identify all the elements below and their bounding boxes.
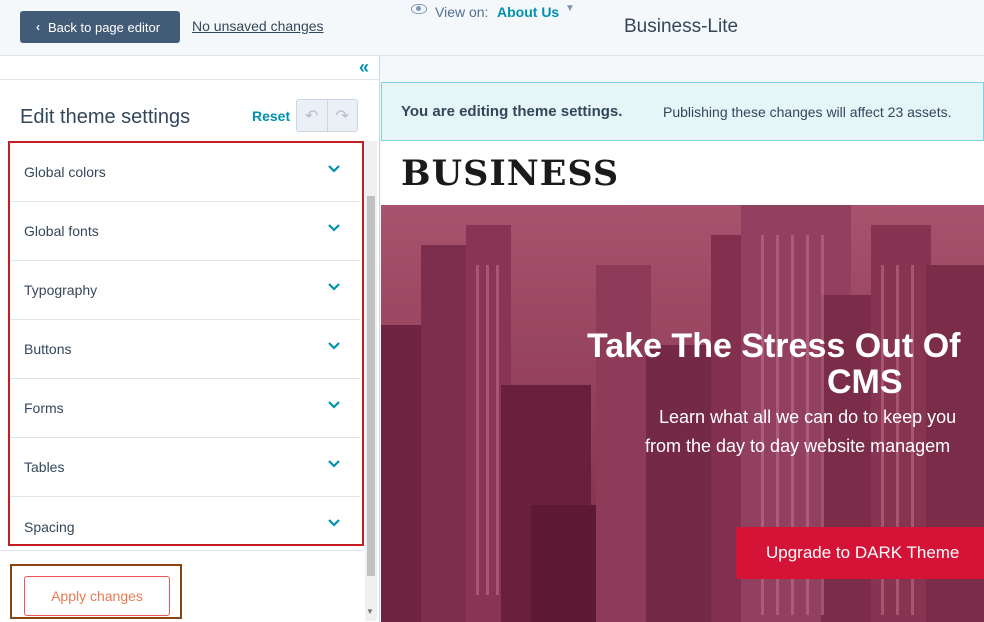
unsaved-changes-link[interactable]: No unsaved changes [192,18,324,34]
section-spacing[interactable]: Spacing [10,497,360,556]
chevron-down-icon [328,460,340,468]
panel-title: Edit theme settings [20,106,191,128]
section-label: Tables [24,459,65,475]
collapse-row: « [0,56,379,80]
footer-divider [0,550,364,551]
section-buttons[interactable]: Buttons [10,320,360,379]
hero-section: Take The Stress Out Of CMS Learn what al… [381,205,984,622]
hero-heading-line1: Take The Stress Out Of [587,327,961,365]
section-label: Spacing [24,518,75,535]
chevron-down-icon [328,224,340,232]
section-label: Forms [24,400,64,416]
panel-header: Edit theme settings Reset ↶ ↷ [0,80,379,144]
chevron-left-icon: ‹ [36,20,40,34]
section-label: Buttons [24,341,72,357]
section-label: Global fonts [24,223,99,239]
section-global-fonts[interactable]: Global fonts [10,202,360,261]
eye-icon [411,4,427,14]
page-title: Business-Lite [624,16,739,37]
theme-settings-panel: « Edit theme settings Reset ↶ ↷ Global c… [0,56,380,622]
chevron-down-icon [328,165,340,173]
double-chevron-left-icon[interactable]: « [359,57,369,78]
chevron-down-icon [328,283,340,291]
chevron-down-icon [328,342,340,350]
reset-button[interactable]: Reset [252,108,290,124]
section-typography[interactable]: Typography [10,261,360,320]
section-label: Typography [24,282,98,298]
chevron-down-icon [328,401,340,409]
undo-redo-group: ↶ ↷ [296,99,358,132]
view-on-bar [381,56,984,82]
redo-icon[interactable]: ↷ [328,100,358,131]
section-tables[interactable]: Tables [10,438,360,497]
view-on-select[interactable]: About Us [497,4,559,20]
panel-scrollbar-thumb[interactable] [367,196,375,576]
undo-icon[interactable]: ↶ [297,100,328,131]
hero-subtext-line2: from the day to day website managem [645,436,951,456]
section-label: Global colors [24,164,106,180]
section-forms[interactable]: Forms [10,379,360,438]
upgrade-button[interactable]: Upgrade to DARK Theme [736,527,984,579]
site-logo: BUSINESS [401,153,620,194]
site-header: BUSINESS [381,141,984,205]
back-to-page-editor-button[interactable]: ‹ Back to page editor [20,11,180,43]
top-bar: ‹ Back to page editor No unsaved changes… [0,0,984,56]
apply-changes-button[interactable]: Apply changes [24,576,170,616]
notice-text: Publishing these changes will affect 23 … [663,104,952,120]
notice-heading: You are editing theme settings. [401,103,623,120]
theme-settings-notice: You are editing theme settings. Publishi… [381,82,984,141]
scroll-down-arrow-icon[interactable]: ▼ [366,607,374,616]
settings-sections-highlight: Global colors Global fonts Typography Bu… [8,141,364,546]
hero-heading-line2: CMS [827,363,903,401]
view-on-label: View on: [435,4,489,20]
back-button-label: Back to page editor [48,19,161,35]
hero-subtext-line1: Learn what all we can do to keep you [659,407,957,427]
chevron-down-icon [328,519,340,527]
caret-down-icon[interactable]: ▼ [565,3,575,14]
section-global-colors[interactable]: Global colors [10,143,360,202]
